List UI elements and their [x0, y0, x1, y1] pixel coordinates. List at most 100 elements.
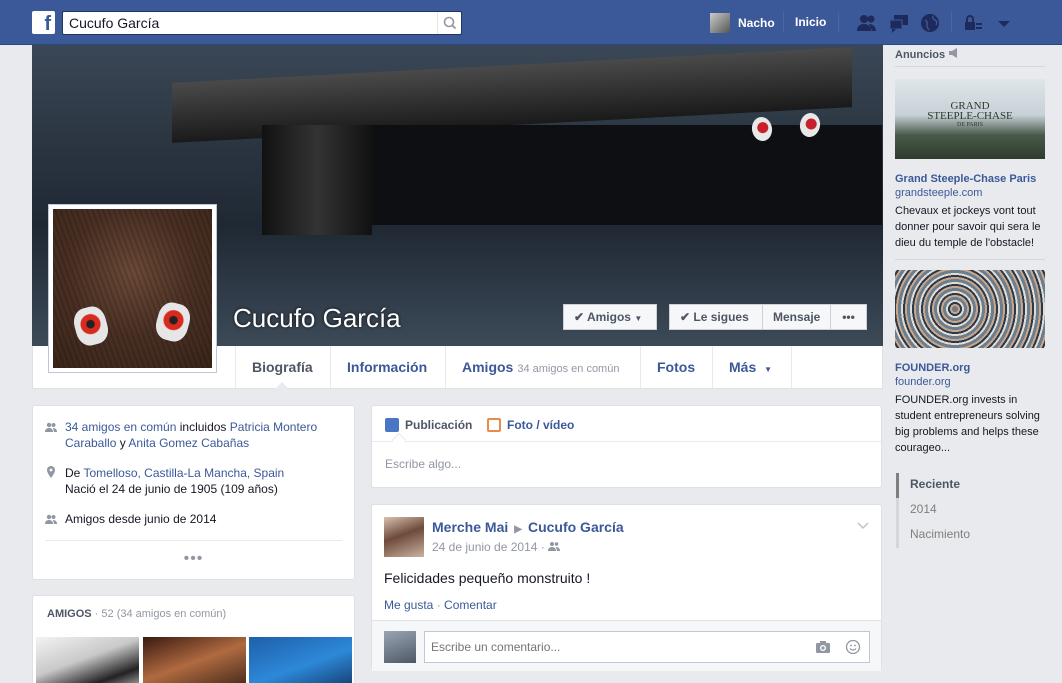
arrow-right-icon: ▶	[514, 524, 522, 535]
location-pin-icon	[45, 466, 57, 478]
friend-thumbnail[interactable]	[36, 637, 139, 683]
friends-since: Amigos desde junio de 2014	[65, 512, 217, 526]
dropdown-caret-icon: ▼	[764, 365, 773, 374]
composer-tab-photo[interactable]: Foto / vídeo	[487, 418, 574, 432]
friend-thumbnail[interactable]	[143, 637, 246, 683]
ad-image-founder[interactable]	[895, 270, 1045, 348]
viewer-avatar	[384, 631, 416, 663]
friend-thumbnail[interactable]	[249, 637, 352, 683]
top-bar: f Nacho Inicio	[0, 0, 1062, 45]
tab-pointer	[391, 432, 407, 448]
ads-header: Anuncios	[895, 48, 960, 61]
like-link[interactable]: Me gusta	[384, 598, 433, 612]
search-input[interactable]	[63, 12, 433, 34]
search-box[interactable]	[62, 11, 462, 35]
divider	[372, 441, 881, 442]
timeline-nav-recent[interactable]: Reciente	[896, 473, 1046, 498]
pencil-icon	[385, 418, 399, 432]
message-button[interactable]: Mensaje	[762, 304, 831, 330]
ad-title[interactable]: Grand Steeple-Chase Paris	[895, 173, 1036, 185]
ad-image-steeplechase[interactable]: GRAND STEEPLE-CHASE DE PARIS	[895, 79, 1045, 159]
tab-more[interactable]: Más ▼	[712, 346, 792, 388]
tab-biography[interactable]: Biografía	[235, 346, 329, 389]
nav-user-link[interactable]: Nacho	[710, 13, 775, 33]
cover-shadow-shape	[362, 125, 882, 225]
post-composer: Publicación Foto / vídeo Escribe algo...	[371, 405, 882, 488]
composer-input[interactable]: Escribe algo...	[385, 457, 461, 471]
friend-requests-icon[interactable]	[856, 12, 878, 34]
user-avatar	[710, 13, 730, 33]
birth-date: Nació el 24 de junio de 1905 (109 años)	[65, 482, 278, 496]
author-link[interactable]: Merche Mai	[432, 519, 508, 535]
privacy-lock-icon[interactable]	[963, 12, 985, 34]
tab-information[interactable]: Información	[330, 346, 443, 388]
friends-button[interactable]: ✔ Amigos ▼	[563, 304, 657, 330]
messages-icon[interactable]	[888, 12, 910, 34]
mutual-friends-text: 34 amigos en común incluidos Patricia Mo…	[65, 420, 318, 450]
nav-divider	[951, 12, 952, 32]
friend-link[interactable]: Anita Gomez Cabañas	[128, 436, 249, 450]
mutual-friends-link[interactable]: 34 amigos en común	[65, 420, 176, 434]
comment-input[interactable]	[425, 632, 795, 662]
post-options-chevron-icon[interactable]	[857, 519, 869, 533]
composer-tab-post[interactable]: Publicación	[385, 418, 472, 432]
timeline-post: Merche Mai ▶ Cucufo García 24 de junio de …	[371, 504, 882, 671]
user-name: Nacho	[738, 16, 775, 30]
audience-friends-icon	[548, 540, 561, 554]
ad-domain[interactable]: founder.org	[895, 376, 951, 388]
dropdown-caret-icon: ▼	[634, 314, 643, 323]
more-options-button[interactable]: •••	[830, 304, 867, 330]
more-info-button[interactable]: •••	[33, 550, 354, 568]
ad-body: Chevaux et jockeys vont tout donner pour…	[895, 205, 1041, 249]
friends-card: AMIGOS · 52 (34 amigos en común)	[32, 595, 355, 683]
comment-bar	[372, 620, 881, 671]
ad-domain[interactable]: grandsteeple.com	[895, 187, 982, 199]
author-avatar[interactable]	[384, 517, 424, 557]
ad-body: FOUNDER.org invests in student entrepren…	[895, 394, 1040, 454]
comment-link[interactable]: Comentar	[444, 598, 497, 612]
post-timestamp-link[interactable]: 24 de junio de 2014 ·	[432, 540, 545, 554]
divider	[895, 259, 1045, 260]
divider	[45, 540, 342, 541]
tab-photos[interactable]: Fotos	[640, 346, 711, 388]
timeline-nav-2014[interactable]: 2014	[896, 498, 1046, 523]
hometown-link[interactable]: Tomelloso, Castilla-La Mancha, Spain	[83, 466, 284, 480]
profile-picture-image	[53, 209, 212, 368]
cover-bench-leg-shape	[262, 125, 372, 235]
emoji-icon[interactable]	[845, 639, 861, 658]
home-link[interactable]: Inicio	[795, 15, 826, 29]
megaphone-icon	[948, 48, 960, 61]
following-button[interactable]: ✔ Le sigues	[669, 304, 763, 330]
check-icon: ✔	[574, 310, 585, 324]
notifications-globe-icon[interactable]	[919, 12, 941, 34]
nav-divider	[838, 12, 839, 32]
hometown-text: De Tomelloso, Castilla-La Mancha, Spain	[65, 466, 285, 480]
tab-friends[interactable]: Amigos 34 amigos en común	[445, 346, 635, 388]
timeline-navigation: Reciente 2014 Nacimiento	[896, 473, 1046, 548]
search-icon[interactable]	[437, 12, 461, 34]
post-header: Merche Mai ▶ Cucufo García	[432, 519, 624, 535]
camera-icon[interactable]	[815, 640, 831, 657]
account-menu-chevron-icon[interactable]	[993, 12, 1015, 34]
profile-picture[interactable]	[48, 204, 217, 373]
post-date: 24 de junio de 2014 ·	[432, 540, 561, 554]
friends-title-link[interactable]: AMIGOS	[47, 608, 92, 620]
monster-eye	[152, 299, 194, 345]
mutual-friends-icon	[45, 421, 57, 433]
nav-divider	[783, 12, 784, 32]
friends-card-header: AMIGOS · 52 (34 amigos en común)	[47, 608, 227, 620]
post-actions: Me gusta · Comentar	[384, 598, 497, 612]
divider	[895, 66, 1045, 67]
profile-name[interactable]: Cucufo García	[233, 303, 401, 334]
post-text: Felicidades pequeño monstruito !	[384, 570, 591, 586]
photo-icon	[487, 418, 501, 432]
ad-title[interactable]: FOUNDER.org	[895, 362, 970, 374]
check-icon: ✔	[680, 310, 691, 324]
comment-box[interactable]	[424, 631, 870, 663]
target-link[interactable]: Cucufo García	[528, 519, 624, 535]
timeline-nav-birth[interactable]: Nacimiento	[896, 523, 1046, 548]
monster-eye	[70, 303, 112, 349]
facebook-logo[interactable]: f	[32, 11, 55, 34]
intro-card: 34 amigos en común incluidos Patricia Mo…	[32, 405, 355, 580]
friends-since-icon	[45, 513, 57, 525]
